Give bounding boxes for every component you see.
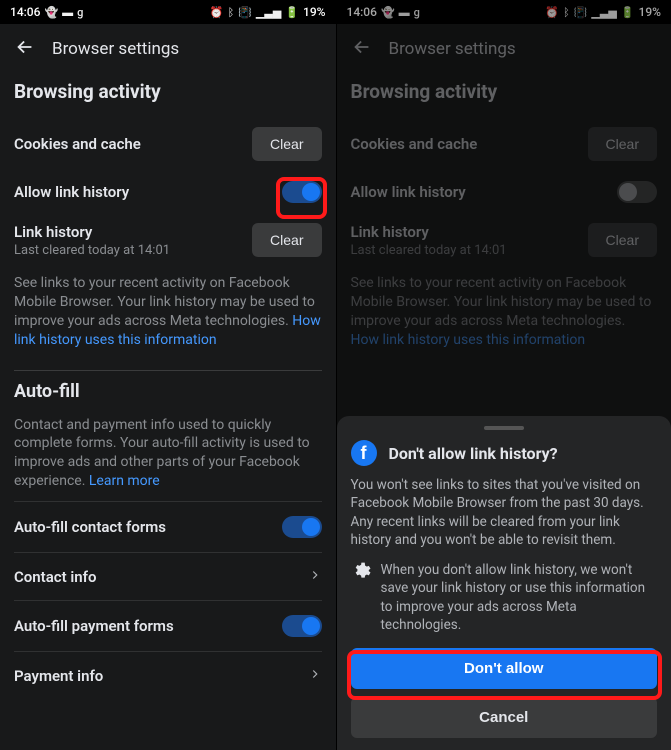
link-history-description: See links to your recent activity on Fac… <box>14 268 322 364</box>
app-icon: ▬ <box>62 6 73 19</box>
browsing-activity-title: Browsing activity <box>14 72 322 117</box>
header: Browser settings <box>0 24 336 72</box>
back-icon[interactable] <box>14 36 36 62</box>
link-history-label: Link history <box>14 223 170 241</box>
autofill-title: Auto-fill <box>14 381 322 416</box>
clear-link-history-button[interactable]: Clear <box>252 223 321 257</box>
chevron-right-icon <box>308 567 322 586</box>
dont-allow-button[interactable]: Don't allow <box>351 648 658 689</box>
cookies-row: Cookies and cache Clear <box>14 117 322 171</box>
autofill-description: Contact and payment info used to quickly… <box>14 416 322 502</box>
status-time: 14:06 <box>10 5 40 19</box>
confirm-sheet: f Don't allow link history? You won't se… <box>337 416 671 750</box>
alarm-icon: ⏰ <box>210 6 224 19</box>
payment-info-row[interactable]: Payment info <box>14 652 322 699</box>
sheet-handle[interactable] <box>484 426 524 430</box>
pane-left: 14:06 👻 ▬ g ⏰ ᛒ 📳 ▁▃▅ 🔋 19% Browser sett… <box>0 0 336 750</box>
clear-cookies-button[interactable]: Clear <box>252 127 321 161</box>
battery-icon: 🔋 <box>285 6 299 19</box>
cookies-label: Cookies and cache <box>14 135 141 153</box>
autofill-payment-forms-row[interactable]: Auto-fill payment forms <box>14 601 322 652</box>
divider <box>14 370 322 371</box>
snapchat-icon: 👻 <box>44 6 58 19</box>
cancel-button[interactable]: Cancel <box>351 697 658 738</box>
autofill-payment-toggle[interactable] <box>282 615 322 637</box>
vibrate-icon: 📳 <box>238 6 252 19</box>
allow-link-history-row: Allow link history <box>14 171 322 213</box>
page-title: Browser settings <box>52 39 179 59</box>
sheet-body-text: You won't see links to sites that you've… <box>351 476 658 549</box>
autofill-contact-forms-row[interactable]: Auto-fill contact forms <box>14 501 322 553</box>
facebook-logo-icon: f <box>351 440 377 466</box>
chevron-right-icon <box>308 666 322 685</box>
bluetooth-icon: ᛒ <box>228 6 235 19</box>
sheet-info-text: When you don't allow link history, we wo… <box>381 561 658 634</box>
signal-icon: ▁▃▅ <box>256 6 281 19</box>
autofill-contact-toggle[interactable] <box>282 516 322 538</box>
allow-link-history-label: Allow link history <box>14 183 129 201</box>
link-history-row: Link history Last cleared today at 14:01… <box>14 213 322 268</box>
autofill-learn-more-link[interactable]: Learn more <box>89 473 160 489</box>
status-battery: 19% <box>303 5 325 19</box>
sheet-title: Don't allow link history? <box>389 444 558 463</box>
status-bar: 14:06 👻 ▬ g ⏰ ᛒ 📳 ▁▃▅ 🔋 19% <box>0 0 336 24</box>
contact-info-row[interactable]: Contact info <box>14 553 322 601</box>
allow-link-history-toggle[interactable] <box>282 181 322 203</box>
gear-icon <box>351 561 371 634</box>
goodreads-icon: g <box>77 6 83 19</box>
link-history-sub: Last cleared today at 14:01 <box>14 243 170 258</box>
pane-right: 14:06 👻 ▬ g ⏰ ᛒ 📳 ▁▃▅ 🔋 19% Browser sett… <box>336 0 671 750</box>
